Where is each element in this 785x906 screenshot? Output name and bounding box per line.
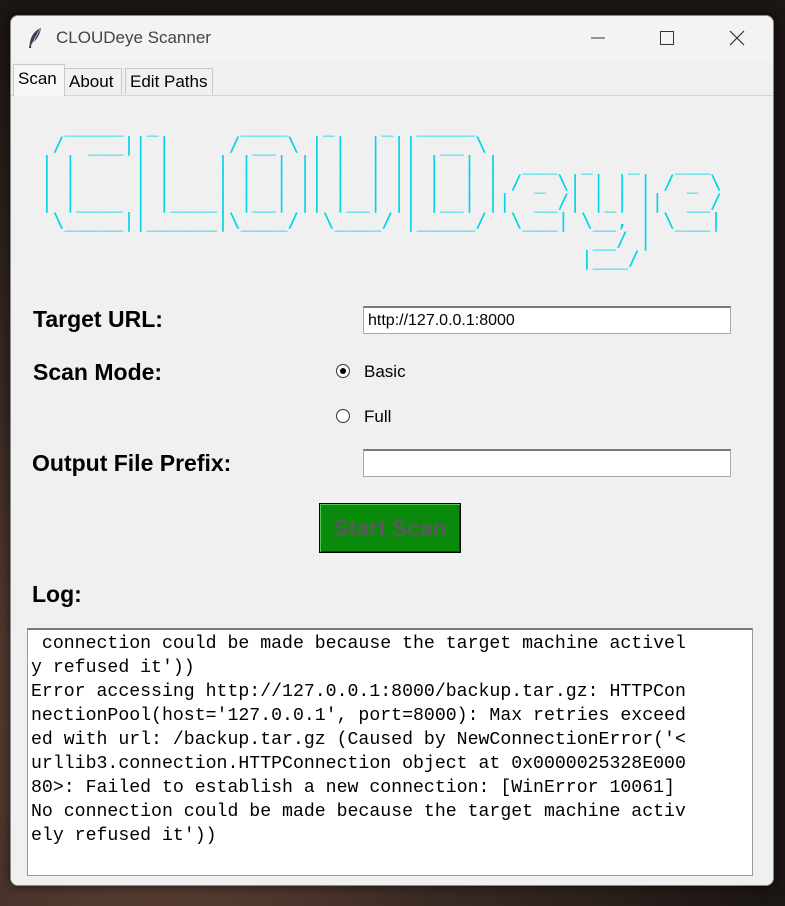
start-scan-button[interactable]: Start Scan: [319, 503, 461, 553]
title-bar[interactable]: CLOUDeye Scanner: [11, 16, 773, 60]
log-textarea[interactable]: connection could be made because the tar…: [27, 628, 753, 876]
log-line: connection could be made because the tar…: [31, 634, 686, 654]
log-line: nectionPool(host='127.0.0.1', port=8000)…: [31, 706, 686, 726]
close-icon: [729, 30, 745, 46]
minimize-icon: [591, 37, 605, 39]
minimize-button[interactable]: [575, 16, 621, 60]
tab-edit-paths[interactable]: Edit Paths: [125, 68, 213, 94]
log-line: urllib3.connection.HTTPConnection object…: [31, 754, 686, 774]
log-line: ed with url: /backup.tar.gz (Caused by N…: [31, 730, 686, 750]
app-window: CLOUDeye Scanner Scan About Edit Paths _…: [10, 15, 774, 886]
output-prefix-input[interactable]: [363, 449, 731, 477]
log-line: y refused it')): [31, 658, 195, 678]
target-url-input[interactable]: [363, 306, 731, 334]
tab-scan[interactable]: Scan: [13, 64, 65, 96]
close-button[interactable]: [714, 16, 760, 60]
tab-bar: Scan About Edit Paths: [11, 64, 773, 96]
feather-icon: [29, 28, 41, 48]
tab-about[interactable]: About: [64, 68, 122, 94]
maximize-icon: [660, 31, 674, 45]
log-line: 80>: Failed to establish a new connectio…: [31, 778, 675, 798]
radio-label-full: Full: [364, 407, 392, 426]
log-label: Log:: [32, 581, 82, 607]
radio-label-basic: Basic: [364, 362, 406, 381]
maximize-button[interactable]: [644, 16, 690, 60]
log-line: No connection could be made because the …: [31, 802, 686, 822]
window-title: CLOUDeye Scanner: [56, 28, 211, 47]
scan-panel: _____ _ ____ _ _ _____ / ___|| | / __ \ …: [11, 95, 773, 885]
output-prefix-label: Output File Prefix:: [32, 450, 232, 476]
cloudeye-ascii-banner: _____ _ ____ _ _ _____ / ___|| | / __ \ …: [41, 114, 722, 270]
scan-mode-label: Scan Mode:: [33, 359, 163, 385]
radio-unselected-icon: [336, 409, 350, 423]
log-line: ely refused it')): [31, 826, 217, 846]
radio-selected-icon: [336, 364, 350, 378]
log-line: Error accessing http://127.0.0.1:8000/ba…: [31, 682, 686, 702]
target-url-label: Target URL:: [33, 306, 163, 332]
